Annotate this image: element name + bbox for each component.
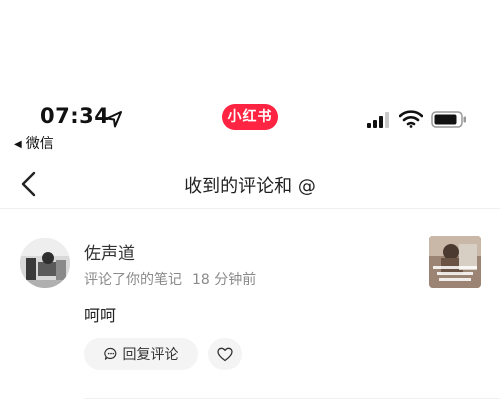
back-app-label: 微信 <box>25 136 54 152</box>
status-time: 07:34 <box>40 104 110 128</box>
comment-text: 呵呵 <box>84 306 117 325</box>
comment-time: 18 分钟前 <box>192 272 257 288</box>
comment-notification-item[interactable]: 佐声道 评论了你的笔记 18 分钟前 呵呵 回复评论 <box>0 220 500 400</box>
status-bar: 07:34 ◀ 微信 小红书 <box>0 100 500 156</box>
like-button[interactable] <box>208 338 242 370</box>
chat-bubble-icon <box>103 347 116 360</box>
divider <box>84 398 500 399</box>
cellular-signal-icon <box>367 112 389 128</box>
heart-icon <box>217 347 233 361</box>
avatar[interactable] <box>20 238 70 288</box>
comment-meta: 评论了你的笔记 18 分钟前 <box>84 269 256 289</box>
location-arrow-icon <box>106 111 122 128</box>
battery-icon <box>431 111 466 128</box>
note-thumbnail-image <box>429 236 481 288</box>
comment-action: 评论了你的笔记 <box>84 272 182 288</box>
avatar-image <box>20 238 70 288</box>
reply-button-label: 回复评论 <box>122 347 179 363</box>
back-triangle-icon: ◀ <box>14 139 22 150</box>
app-badge: 小红书 <box>222 104 278 130</box>
nav-bar: 收到的评论和 @ <box>0 160 500 209</box>
username[interactable]: 佐声道 <box>84 239 135 264</box>
note-thumbnail[interactable] <box>429 236 481 288</box>
page-title: 收到的评论和 @ <box>184 176 316 197</box>
back-to-wechat-link[interactable]: ◀ 微信 <box>14 133 54 153</box>
wifi-icon <box>399 110 423 128</box>
reply-comment-button[interactable]: 回复评论 <box>84 338 198 370</box>
